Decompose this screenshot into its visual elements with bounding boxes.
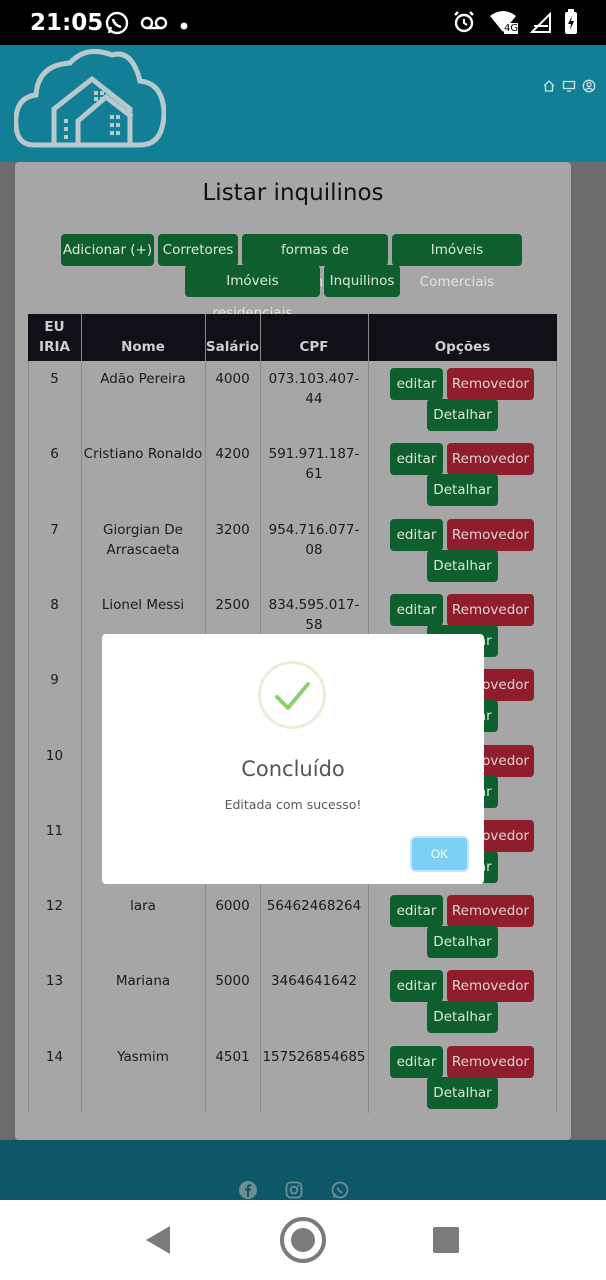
cell-nome: Arrascaeta bbox=[106, 542, 180, 558]
cell-salario: 5000 bbox=[215, 973, 250, 989]
table-divider bbox=[81, 314, 82, 1113]
header-salario: Salário bbox=[205, 339, 260, 355]
whatsapp-icon bbox=[104, 10, 130, 41]
ok-button[interactable]: OK bbox=[412, 838, 467, 870]
remove-button[interactable]: Removedor bbox=[447, 1046, 534, 1078]
inquilinos-button[interactable]: Inquilinos bbox=[324, 265, 400, 297]
cell-cpf: 08 bbox=[305, 542, 323, 558]
imoveis-comerciais-button[interactable]: Imóveis Comerciais bbox=[392, 234, 522, 290]
cell-id: 6 bbox=[50, 446, 59, 462]
cell-id: 12 bbox=[45, 898, 64, 914]
home-icon[interactable] bbox=[542, 79, 556, 98]
remove-button[interactable]: Removedor bbox=[447, 895, 534, 927]
table-border-left bbox=[28, 361, 29, 1113]
cell-id: 5 bbox=[50, 371, 59, 387]
success-check-icon bbox=[258, 661, 326, 729]
edit-button[interactable]: editar bbox=[390, 895, 443, 927]
page-title: Listar inquilinos bbox=[202, 180, 384, 206]
cell-cpf: 56462468264 bbox=[266, 898, 362, 914]
add-button[interactable]: Adicionar (+) bbox=[61, 234, 154, 266]
detail-button[interactable]: Detalhar bbox=[427, 1001, 498, 1033]
user-icon[interactable] bbox=[582, 79, 596, 98]
cell-id: 10 bbox=[45, 748, 64, 764]
dialog-title: Concluído bbox=[241, 757, 345, 781]
cell-salario: 2500 bbox=[215, 597, 250, 613]
cell-nome: Yasmim bbox=[117, 1049, 169, 1065]
detail-button[interactable]: Detalhar bbox=[427, 1077, 498, 1109]
status-time: 21:05 bbox=[30, 10, 104, 36]
formas-pagamento-button[interactable]: formas de pagamento bbox=[242, 234, 388, 290]
remove-button[interactable]: Removedor bbox=[447, 970, 534, 1002]
cell-id: 9 bbox=[50, 672, 59, 688]
wifi-icon: 4G bbox=[488, 10, 519, 39]
cell-id: 13 bbox=[45, 973, 64, 989]
back-icon[interactable] bbox=[144, 1224, 172, 1261]
cell-salario: 4200 bbox=[215, 446, 250, 462]
cell-nome: Adão Pereira bbox=[100, 371, 186, 387]
status-bar: 21:05 4G bbox=[0, 0, 606, 45]
cell-nome: Cristiano Ronaldo bbox=[83, 446, 203, 462]
dialog-message: Editada com sucesso! bbox=[224, 797, 362, 812]
header-id-line2: IRIA bbox=[39, 339, 70, 355]
edit-button[interactable]: editar bbox=[390, 970, 443, 1002]
cell-id: 11 bbox=[45, 823, 64, 839]
cell-salario: 3200 bbox=[215, 522, 250, 538]
cell-id: 14 bbox=[45, 1049, 64, 1065]
remove-button[interactable]: Removedor bbox=[447, 443, 534, 475]
cell-nome: Giorgian De bbox=[103, 522, 183, 538]
cell-salario: 6000 bbox=[215, 898, 250, 914]
cell-cpf: 834.595.017- bbox=[268, 597, 360, 613]
network-type: 4G bbox=[504, 23, 519, 34]
header-cpf: CPF bbox=[299, 339, 329, 355]
system-nav-bar bbox=[0, 1200, 606, 1280]
notification-dot-icon bbox=[180, 17, 188, 35]
alarm-icon bbox=[452, 10, 476, 39]
app-header bbox=[0, 45, 606, 162]
recents-icon[interactable] bbox=[433, 1227, 459, 1258]
cell-nome: Lionel Messi bbox=[101, 597, 185, 613]
cell-cpf: 954.716.077- bbox=[268, 522, 360, 538]
cell-salario: 4000 bbox=[215, 371, 250, 387]
cell-cpf: 58 bbox=[305, 617, 323, 633]
cell-cpf: 3464641642 bbox=[271, 973, 357, 989]
cell-cpf: 073.103.407- bbox=[268, 371, 360, 387]
header-opcoes: Opções bbox=[434, 339, 491, 355]
header-id-line1: EU bbox=[44, 319, 65, 335]
signal-icon bbox=[529, 10, 552, 39]
imoveis-residenciais-button[interactable]: Imóveis residenciais bbox=[185, 265, 320, 321]
remove-button[interactable]: Removedor bbox=[447, 368, 534, 400]
remove-button[interactable]: Removedor bbox=[447, 594, 534, 626]
cell-cpf: 44 bbox=[305, 391, 323, 407]
corretores-button[interactable]: Corretores bbox=[158, 234, 238, 266]
cell-salario: 4501 bbox=[215, 1049, 250, 1065]
edit-button[interactable]: editar bbox=[390, 594, 443, 626]
edit-button[interactable]: editar bbox=[390, 519, 443, 551]
cell-nome: Mariana bbox=[115, 973, 171, 989]
detail-button[interactable]: Detalhar bbox=[427, 550, 498, 582]
edit-button[interactable]: editar bbox=[390, 443, 443, 475]
edit-button[interactable]: editar bbox=[390, 368, 443, 400]
cell-cpf: 157526854685 bbox=[262, 1049, 366, 1065]
battery-charging-icon bbox=[564, 9, 578, 40]
monitor-icon[interactable] bbox=[562, 79, 576, 98]
edit-button[interactable]: editar bbox=[390, 1046, 443, 1078]
cell-id: 8 bbox=[50, 597, 59, 613]
home-nav-icon[interactable] bbox=[278, 1215, 328, 1270]
company-logo[interactable] bbox=[13, 45, 167, 154]
detail-button[interactable]: Detalhar bbox=[427, 474, 498, 506]
voicemail-icon bbox=[140, 15, 170, 36]
cell-nome: lara bbox=[130, 898, 156, 914]
remove-button[interactable]: Removedor bbox=[447, 519, 534, 551]
detail-button[interactable]: Detalhar bbox=[427, 926, 498, 958]
header-nome: Nome bbox=[121, 339, 165, 355]
cell-cpf: 591.971.187- bbox=[268, 446, 360, 462]
detail-button[interactable]: Detalhar bbox=[427, 399, 498, 431]
table-border-right bbox=[556, 361, 557, 1113]
cell-cpf: 61 bbox=[305, 466, 323, 482]
cell-id: 7 bbox=[50, 522, 59, 538]
